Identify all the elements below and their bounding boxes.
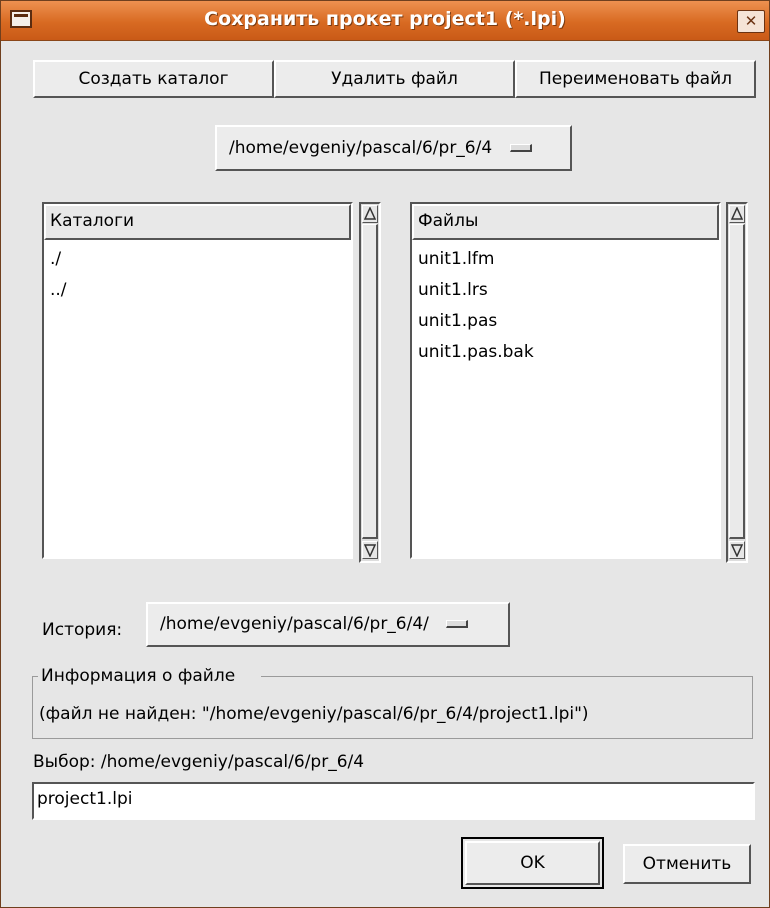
directories-scroll-thumb[interactable] xyxy=(362,224,378,539)
save-project-dialog: Сохранить прокет project1 (*.lpi) ✕ Созд… xyxy=(0,0,770,908)
scroll-up-arrow-icon[interactable] xyxy=(729,205,745,223)
directories-scrollbar[interactable] xyxy=(359,202,381,563)
history-combo[interactable]: /home/evgeniy/pascal/6/pr_6/4/ xyxy=(146,602,510,647)
delete-file-button[interactable]: Удалить файл xyxy=(274,60,515,98)
history-label: История: xyxy=(42,620,123,640)
directories-list[interactable]: Каталоги ./ ../ xyxy=(42,202,353,559)
file-info-legend: Информация о файле xyxy=(39,666,238,686)
close-icon[interactable]: ✕ xyxy=(737,10,765,33)
selection-label: Выбор: /home/evgeniy/pascal/6/pr_6/4 xyxy=(33,752,365,772)
file-item[interactable]: unit1.lrs xyxy=(412,275,719,306)
cancel-button[interactable]: Отменить xyxy=(623,844,751,884)
directories-list-header[interactable]: Каталоги xyxy=(44,204,351,240)
rename-file-button[interactable]: Переименовать файл xyxy=(515,60,756,98)
window-title: Сохранить прокет project1 (*.lpi) xyxy=(204,8,566,30)
create-directory-button[interactable]: Создать каталог xyxy=(33,60,274,98)
file-item[interactable]: unit1.pas.bak xyxy=(412,337,719,368)
file-info-text: (файл не найден: "/home/evgeniy/pascal/6… xyxy=(39,704,589,724)
title-bar[interactable]: Сохранить прокет project1 (*.lpi) ✕ xyxy=(1,1,769,41)
combo-indicator-icon xyxy=(509,144,532,152)
files-list[interactable]: Файлы unit1.lfm unit1.lrs unit1.pas unit… xyxy=(410,202,721,559)
combo-indicator-icon xyxy=(446,620,469,628)
history-combo-value: /home/evgeniy/pascal/6/pr_6/4/ xyxy=(160,614,429,634)
path-combo-value: /home/evgeniy/pascal/6/pr_6/4 xyxy=(229,138,493,158)
directory-item[interactable]: ./ xyxy=(44,244,351,275)
scroll-down-arrow-icon[interactable] xyxy=(362,541,378,559)
path-combo[interactable]: /home/evgeniy/pascal/6/pr_6/4 xyxy=(215,125,572,171)
directory-item[interactable]: ../ xyxy=(44,275,351,306)
files-list-header[interactable]: Файлы xyxy=(412,204,719,240)
scroll-up-arrow-icon[interactable] xyxy=(362,205,378,223)
scroll-down-arrow-icon[interactable] xyxy=(729,541,745,559)
files-scrollbar[interactable] xyxy=(726,202,748,563)
file-item[interactable]: unit1.lfm xyxy=(412,244,719,275)
filename-input[interactable]: project1.lpi xyxy=(32,782,755,820)
files-scroll-thumb[interactable] xyxy=(729,224,745,539)
ok-button[interactable]: OK xyxy=(465,841,600,885)
file-item[interactable]: unit1.pas xyxy=(412,306,719,337)
